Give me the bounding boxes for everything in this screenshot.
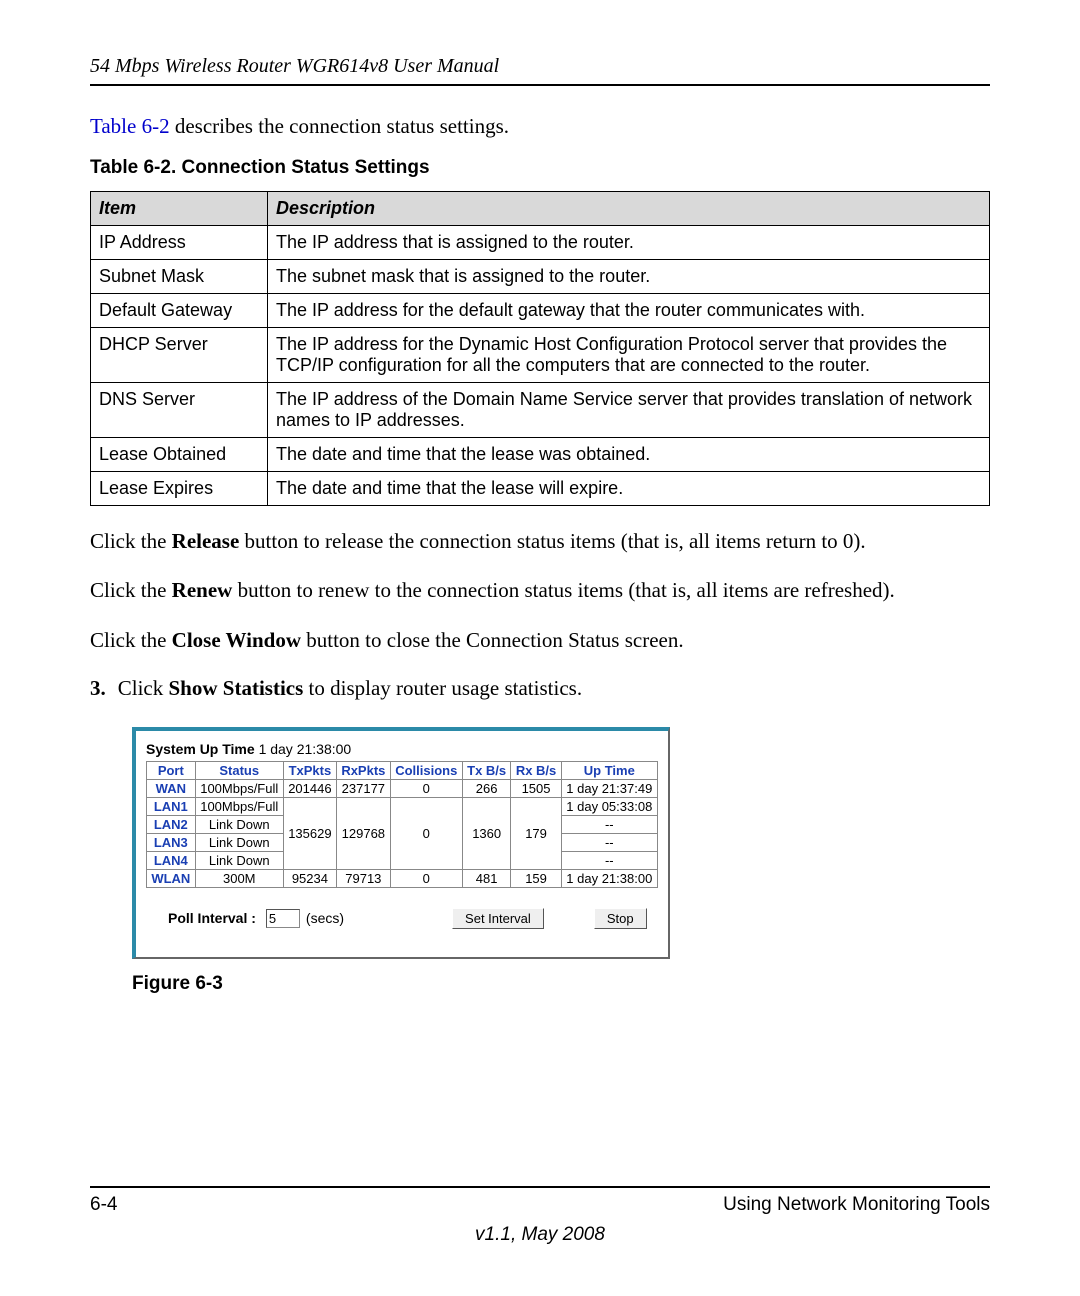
stats-row-lan1: LAN1 100Mbps/Full 135629 129768 0 1360 1…: [147, 797, 658, 815]
table-caption: Table 6-2. Connection Status Settings: [90, 157, 990, 179]
th-collisions: Collisions: [390, 761, 462, 779]
cell-desc: The date and time that the lease was obt…: [268, 438, 990, 472]
th-status: Status: [195, 761, 283, 779]
th-description: Description: [268, 192, 990, 226]
system-uptime: System Up Time 1 day 21:38:00: [146, 741, 658, 757]
page-footer: 6-4 Using Network Monitoring Tools v1.1,…: [90, 1186, 990, 1246]
poll-interval-unit: (secs): [306, 910, 344, 926]
cell-desc: The IP address of the Domain Name Servic…: [268, 383, 990, 438]
step-number: 3.: [90, 676, 106, 701]
table-row: DNS ServerThe IP address of the Domain N…: [91, 383, 990, 438]
step-3: 3. Click Show Statistics to display rout…: [90, 676, 990, 701]
cell-item: Subnet Mask: [91, 260, 268, 294]
close-paragraph: Click the Close Window button to close t…: [90, 627, 990, 654]
cell-item: Lease Obtained: [91, 438, 268, 472]
cell-item: IP Address: [91, 226, 268, 260]
connection-status-table: Item Description IP AddressThe IP addres…: [90, 191, 990, 506]
table-row: Subnet MaskThe subnet mask that is assig…: [91, 260, 990, 294]
footer-version: v1.1, May 2008: [90, 1224, 990, 1246]
table-row: Lease ExpiresThe date and time that the …: [91, 472, 990, 506]
release-paragraph: Click the Release button to release the …: [90, 528, 990, 555]
th-item: Item: [91, 192, 268, 226]
cell-item: DHCP Server: [91, 328, 268, 383]
intro-paragraph: Table 6-2 describes the connection statu…: [90, 114, 990, 139]
cell-item: Default Gateway: [91, 294, 268, 328]
statistics-panel: System Up Time 1 day 21:38:00 Port Statu…: [132, 727, 670, 959]
cell-desc: The date and time that the lease will ex…: [268, 472, 990, 506]
poll-interval-label: Poll Interval :: [168, 910, 256, 926]
footer-section: Using Network Monitoring Tools: [723, 1194, 990, 1216]
cell-item: DNS Server: [91, 383, 268, 438]
table-ref-link[interactable]: Table 6-2: [90, 114, 170, 138]
cell-desc: The IP address that is assigned to the r…: [268, 226, 990, 260]
th-rxpkts: RxPkts: [336, 761, 390, 779]
set-interval-button[interactable]: Set Interval: [452, 908, 544, 929]
th-port: Port: [147, 761, 196, 779]
stats-row-wan: WAN 100Mbps/Full 201446 237177 0 266 150…: [147, 779, 658, 797]
th-txpkts: TxPkts: [283, 761, 336, 779]
intro-text: describes the connection status settings…: [170, 114, 509, 138]
statistics-table: Port Status TxPkts RxPkts Collisions Tx …: [146, 761, 658, 888]
cell-desc: The IP address for the default gateway t…: [268, 294, 990, 328]
th-uptime: Up Time: [561, 761, 657, 779]
poll-interval-input[interactable]: [266, 909, 300, 928]
footer-page-number: 6-4: [90, 1194, 117, 1216]
renew-paragraph: Click the Renew button to renew to the c…: [90, 577, 990, 604]
table-row: DHCP ServerThe IP address for the Dynami…: [91, 328, 990, 383]
cell-desc: The IP address for the Dynamic Host Conf…: [268, 328, 990, 383]
cell-desc: The subnet mask that is assigned to the …: [268, 260, 990, 294]
cell-item: Lease Expires: [91, 472, 268, 506]
th-rxbs: Rx B/s: [511, 761, 561, 779]
figure-caption: Figure 6-3: [132, 973, 670, 995]
poll-interval-row: Poll Interval : (secs) Set Interval Stop: [146, 908, 658, 929]
table-row: Default GatewayThe IP address for the de…: [91, 294, 990, 328]
table-row: IP AddressThe IP address that is assigne…: [91, 226, 990, 260]
stats-row-wlan: WLAN 300M 95234 79713 0 481 159 1 day 21…: [147, 869, 658, 887]
th-txbs: Tx B/s: [462, 761, 511, 779]
stop-button[interactable]: Stop: [594, 908, 647, 929]
table-row: Lease ObtainedThe date and time that the…: [91, 438, 990, 472]
running-header: 54 Mbps Wireless Router WGR614v8 User Ma…: [90, 55, 990, 86]
